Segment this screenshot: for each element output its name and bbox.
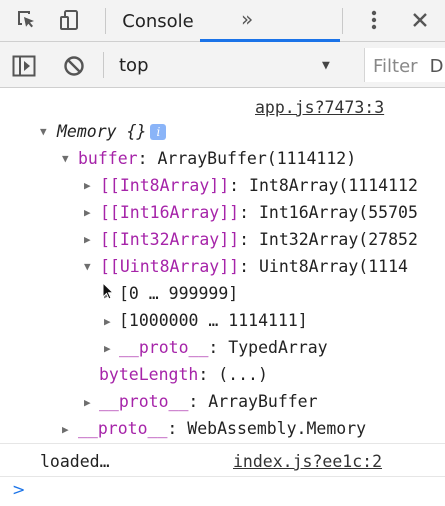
property-value: Int32Array(27852	[258, 230, 418, 249]
expand-arrow-icon[interactable]: ▶	[104, 342, 111, 355]
log-message: loaded…	[40, 452, 110, 471]
mouse-cursor-icon	[102, 281, 115, 304]
expand-arrow-icon[interactable]: ▶	[104, 315, 111, 328]
property-value: Int16Array(55705	[258, 203, 418, 222]
log-divider	[0, 476, 445, 477]
property-key: __proto__	[78, 419, 168, 438]
property-value: Uint8Array(1114	[258, 257, 408, 276]
proto-property[interactable]: __proto__: WebAssembly.Memory	[78, 419, 366, 438]
memory-label: Memory {}	[57, 122, 147, 141]
collapse-arrow-icon[interactable]: ▼	[62, 152, 69, 165]
property-key: [[Int16Array]]	[100, 203, 240, 222]
expand-arrow-icon[interactable]: ▶	[84, 206, 91, 219]
range-group[interactable]: [0 … 999999]	[119, 284, 238, 303]
property-value: Int8Array(1114112	[249, 176, 418, 195]
property-value: TypedArray	[228, 338, 328, 357]
filter-placeholder: Filter	[373, 56, 418, 77]
expand-arrow-icon[interactable]: ▶	[84, 179, 91, 192]
tab-console[interactable]: Console	[118, 0, 198, 42]
property-value: ArrayBuffer(1114112)	[157, 149, 357, 168]
tab-console-label: Console	[122, 10, 194, 32]
clear-console-icon[interactable]	[60, 52, 88, 80]
more-tabs-icon[interactable]: »	[241, 7, 253, 31]
kebab-menu-icon[interactable]	[362, 6, 386, 34]
context-selector[interactable]: top	[119, 55, 149, 76]
filter-input[interactable]: Filter D	[364, 48, 445, 82]
collapse-arrow-icon[interactable]: ▼	[84, 260, 91, 273]
expand-arrow-icon[interactable]: ▶	[84, 396, 91, 409]
filter-truncated-label: D	[429, 56, 444, 77]
info-icon[interactable]: i	[150, 124, 167, 140]
property-value: ArrayBuffer	[208, 392, 318, 411]
bytelength-property[interactable]: byteLength: (...)	[99, 365, 268, 384]
close-icon[interactable]	[407, 6, 433, 34]
property-key: buffer	[78, 149, 138, 168]
property-key: [[Uint8Array]]	[100, 257, 240, 276]
range-group[interactable]: [1000000 … 1114111]	[119, 311, 308, 330]
sidebar-toggle-icon[interactable]	[10, 52, 38, 80]
memory-object[interactable]: Memory {} i	[57, 122, 167, 141]
expand-arrow-icon[interactable]: ▶	[84, 233, 91, 246]
uint8-property[interactable]: [[Uint8Array]]: Uint8Array(1114	[100, 257, 408, 276]
source-link[interactable]: index.js?ee1c:2	[233, 452, 382, 471]
toolbar-divider	[103, 52, 104, 78]
source-link[interactable]: app.js?7473:3	[255, 98, 384, 117]
device-toolbar-icon[interactable]	[56, 6, 84, 34]
property-value: (...)	[218, 365, 268, 384]
collapse-arrow-icon[interactable]: ▼	[40, 125, 47, 138]
property-key: byteLength	[99, 365, 199, 384]
property-value: WebAssembly.Memory	[187, 419, 367, 438]
toolbar-divider	[342, 8, 343, 34]
toolbar-divider	[105, 8, 106, 34]
buffer-property[interactable]: buffer: ArrayBuffer(1114112)	[78, 149, 356, 168]
int32-property[interactable]: [[Int32Array]]: Int32Array(27852	[100, 230, 418, 249]
property-key: __proto__	[119, 338, 209, 357]
context-dropdown-icon[interactable]: ▼	[322, 58, 330, 73]
proto-property[interactable]: __proto__: TypedArray	[119, 338, 328, 357]
console-prompt-icon[interactable]: >	[12, 480, 25, 499]
log-divider	[0, 443, 445, 444]
property-key: [[Int32Array]]	[100, 230, 240, 249]
proto-property[interactable]: __proto__: ArrayBuffer	[99, 392, 318, 411]
devtools-toolbar: Console »	[0, 0, 445, 42]
property-key: __proto__	[99, 392, 189, 411]
int16-property[interactable]: [[Int16Array]]: Int16Array(55705	[100, 203, 418, 222]
property-key: [[Int8Array]]	[100, 176, 230, 195]
int8-property[interactable]: [[Int8Array]]: Int8Array(1114112	[100, 176, 418, 195]
expand-arrow-icon[interactable]: ▶	[62, 423, 69, 436]
inspect-element-icon[interactable]	[12, 6, 40, 34]
